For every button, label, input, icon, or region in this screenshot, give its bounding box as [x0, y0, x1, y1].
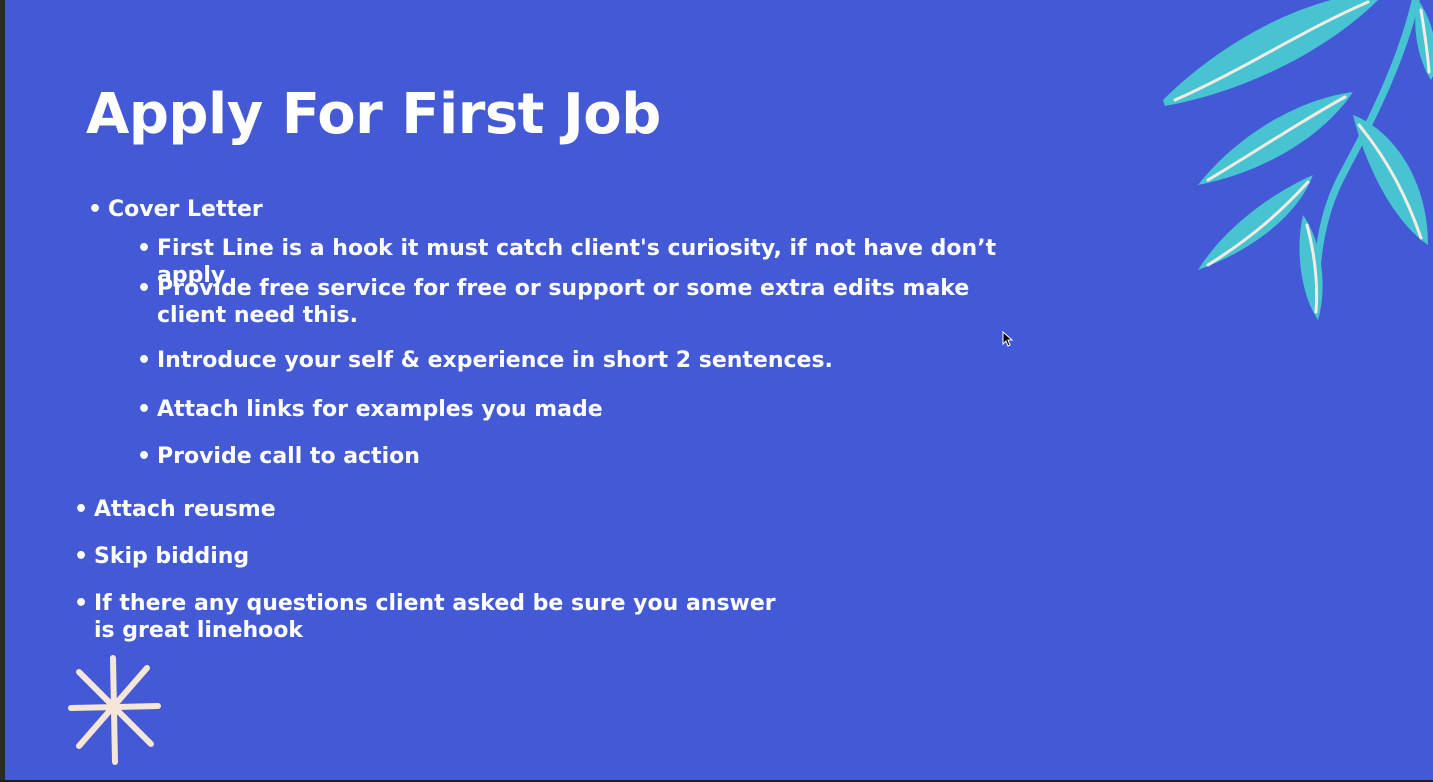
sub-bullet-attach-links: Attach links for examples you made [137, 396, 1057, 423]
sub-bullet-call-to-action: Provide call to action [137, 443, 1057, 470]
mouse-pointer-icon [1002, 331, 1014, 347]
bullet-cover-letter: Cover Letter [88, 196, 263, 223]
leaf-branch-icon [1163, 0, 1433, 320]
sub-bullet-free-service: Provide free service for free or support… [137, 275, 1017, 329]
slide-title: Apply For First Job [86, 82, 661, 147]
bullet-attach-resume: Attach reusme [74, 496, 276, 523]
bullet-skip-bidding: Skip bidding [74, 543, 249, 570]
sparkle-star-icon [68, 655, 161, 765]
sub-bullet-introduce: Introduce your self & experience in shor… [137, 347, 1057, 374]
presentation-slide: Apply For First Job Cover Letter First L… [5, 0, 1433, 780]
bullet-questions: If there any questions client asked be s… [74, 590, 794, 644]
